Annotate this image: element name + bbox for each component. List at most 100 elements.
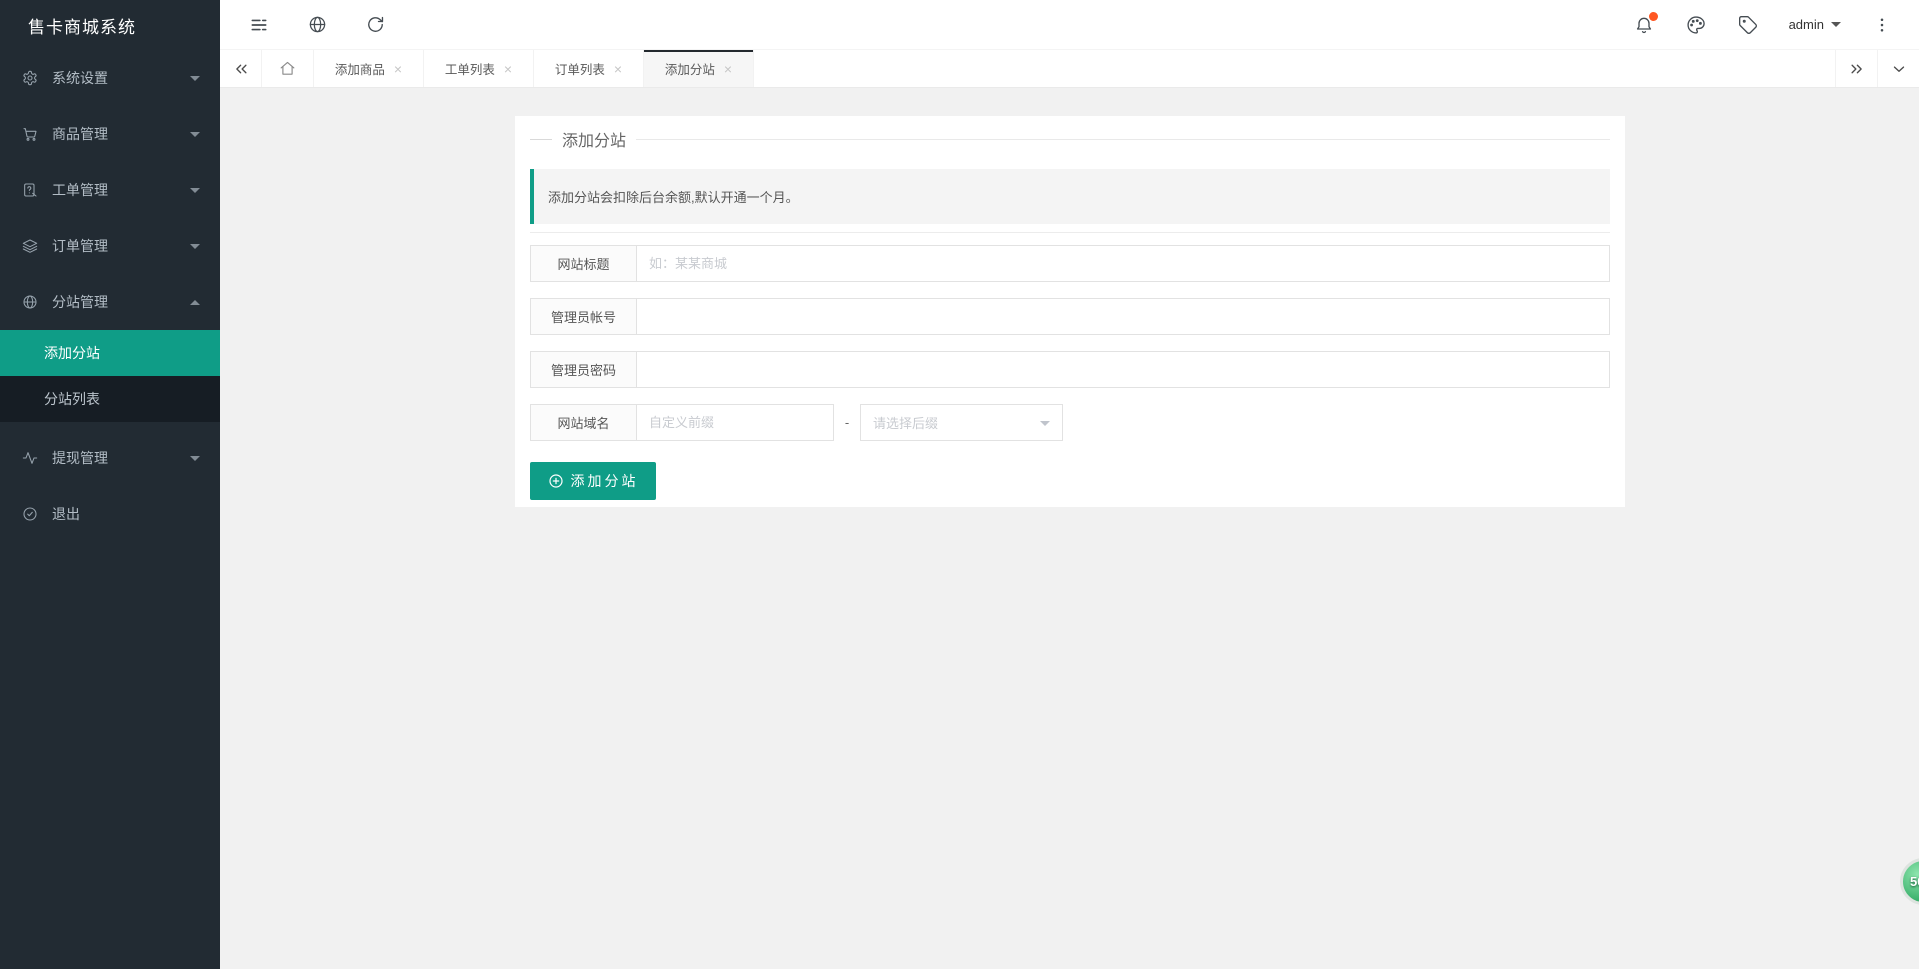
close-icon[interactable]: ×	[394, 62, 402, 76]
sidebar-item-withdraw-management[interactable]: 提现管理	[0, 430, 220, 486]
header-right-actions: admin	[1633, 14, 1919, 36]
sidebar-subitem-add-substation[interactable]: 添加分站	[0, 330, 220, 376]
site-title-label: 网站标题	[530, 245, 637, 282]
admin-password-label: 管理员密码	[530, 351, 637, 388]
sidebar-item-product-management[interactable]: 商品管理	[0, 106, 220, 162]
tab-label: 添加分站	[665, 59, 715, 78]
content-area: 添加分站 添加分站会扣除后台余额,默认开通一个月。 网站标题 管理员帐号 管理员…	[220, 88, 1919, 969]
sidebar: 售卡商城系统 系统设置 商品管理 工单管理 订单	[0, 0, 220, 969]
sidebar-item-label: 提现管理	[52, 448, 190, 468]
form-row-site-domain: 网站域名 - 请选择后缀	[530, 404, 1610, 441]
scroll-tabs-left-button[interactable]	[220, 50, 262, 87]
notifications-button[interactable]	[1633, 14, 1655, 36]
sidebar-item-order-management[interactable]: 订单管理	[0, 218, 220, 274]
sidebar-item-logout[interactable]: 退出	[0, 486, 220, 542]
layers-icon	[22, 238, 38, 254]
sidebar-item-label: 工单管理	[52, 180, 190, 200]
app-window: 售卡商城系统 系统设置 商品管理 工单管理 订单	[0, 0, 1919, 969]
info-alert: 添加分站会扣除后台余额,默认开通一个月。	[530, 169, 1610, 224]
close-icon[interactable]: ×	[614, 62, 622, 76]
tag-icon	[1738, 15, 1758, 35]
add-substation-card: 添加分站 添加分站会扣除后台余额,默认开通一个月。 网站标题 管理员帐号 管理员…	[515, 116, 1625, 507]
close-icon[interactable]: ×	[504, 62, 512, 76]
nav-spacer	[0, 422, 220, 430]
select-placeholder: 请选择后缀	[873, 413, 938, 432]
site-title-input[interactable]	[637, 245, 1610, 282]
submit-label: 添加分站	[571, 471, 639, 491]
card-title: 添加分站	[562, 127, 626, 151]
tab-add-substation[interactable]: 添加分站 ×	[644, 50, 754, 87]
more-options-button[interactable]	[1871, 14, 1893, 36]
form-row-admin-account: 管理员帐号	[530, 298, 1610, 335]
globe-icon	[22, 294, 38, 310]
chevron-down-icon	[190, 188, 200, 193]
admin-password-input[interactable]	[637, 351, 1610, 388]
site-home-button[interactable]	[306, 14, 328, 36]
domain-suffix-select[interactable]: 请选择后缀	[860, 404, 1063, 441]
gear-icon	[22, 70, 38, 86]
substation-submenu: 添加分站 分站列表	[0, 330, 220, 422]
tabs-bar: 添加商品 × 工单列表 × 订单列表 × 添加分站 ×	[220, 50, 1919, 88]
chevron-down-icon	[1831, 22, 1841, 27]
sidebar-item-substation-management[interactable]: 分站管理	[0, 274, 220, 330]
coin-value: 50	[1910, 874, 1919, 889]
refresh-button[interactable]	[364, 14, 386, 36]
app-title: 售卡商城系统	[0, 0, 220, 50]
globe-icon	[308, 15, 327, 34]
cart-icon	[22, 126, 38, 142]
form-row-admin-password: 管理员密码	[530, 351, 1610, 388]
site-domain-label: 网站域名	[530, 404, 637, 441]
domain-prefix-input[interactable]	[637, 404, 834, 441]
tab-order-list[interactable]: 订单列表 ×	[534, 50, 644, 87]
sidebar-item-label: 分站管理	[52, 292, 190, 312]
username: admin	[1789, 17, 1824, 32]
tab-add-product[interactable]: 添加商品 ×	[314, 50, 424, 87]
home-icon	[279, 60, 296, 77]
header-left-actions	[220, 14, 386, 36]
sidebar-item-system-settings[interactable]: 系统设置	[0, 50, 220, 106]
sidebar-item-workorder-management[interactable]: 工单管理	[0, 162, 220, 218]
sidebar-item-label: 退出	[52, 504, 200, 524]
tabs-menu-button[interactable]	[1877, 50, 1919, 87]
check-circle-icon	[22, 506, 38, 522]
tab-workorder-list[interactable]: 工单列表 ×	[424, 50, 534, 87]
card-title-legend: 添加分站	[530, 129, 1610, 149]
admin-account-input[interactable]	[637, 298, 1610, 335]
admin-account-label: 管理员帐号	[530, 298, 637, 335]
tab-label: 订单列表	[555, 59, 605, 78]
sidebar-item-label: 系统设置	[52, 68, 190, 88]
section-divider	[530, 232, 1610, 233]
chevron-down-icon	[190, 456, 200, 461]
sidebar-subitem-substation-list[interactable]: 分站列表	[0, 376, 220, 422]
tab-label: 工单列表	[445, 59, 495, 78]
sidebar-item-label: 订单管理	[52, 236, 190, 256]
chevron-down-icon	[190, 76, 200, 81]
home-tab[interactable]	[262, 50, 314, 87]
ticket-question-icon	[22, 182, 38, 198]
chevrons-left-icon	[232, 60, 250, 78]
chevron-down-icon	[190, 244, 200, 249]
scroll-tabs-right-button[interactable]	[1835, 50, 1877, 87]
sidebar-item-label: 商品管理	[52, 124, 190, 144]
plus-circle-icon	[548, 473, 564, 489]
legend-right-line	[636, 139, 1610, 140]
refresh-icon	[366, 15, 385, 34]
notification-dot-badge	[1649, 12, 1658, 21]
chevron-down-icon	[1040, 421, 1050, 426]
domain-separator: -	[834, 404, 860, 441]
theme-button[interactable]	[1685, 14, 1707, 36]
user-menu[interactable]: admin	[1789, 17, 1841, 32]
kebab-menu-icon	[1873, 16, 1891, 34]
add-substation-button[interactable]: 添加分站	[530, 462, 656, 500]
collapse-sidebar-button[interactable]	[248, 14, 270, 36]
chevron-down-icon	[190, 132, 200, 137]
sub-item-label: 分站列表	[44, 389, 100, 409]
close-icon[interactable]: ×	[724, 62, 732, 76]
chevron-up-icon	[190, 300, 200, 305]
chevron-down-icon	[1890, 60, 1908, 78]
palette-icon	[1686, 15, 1706, 35]
tag-button[interactable]	[1737, 14, 1759, 36]
chevrons-right-icon	[1848, 60, 1866, 78]
sub-item-label: 添加分站	[44, 343, 100, 363]
form-row-site-title: 网站标题	[530, 245, 1610, 282]
